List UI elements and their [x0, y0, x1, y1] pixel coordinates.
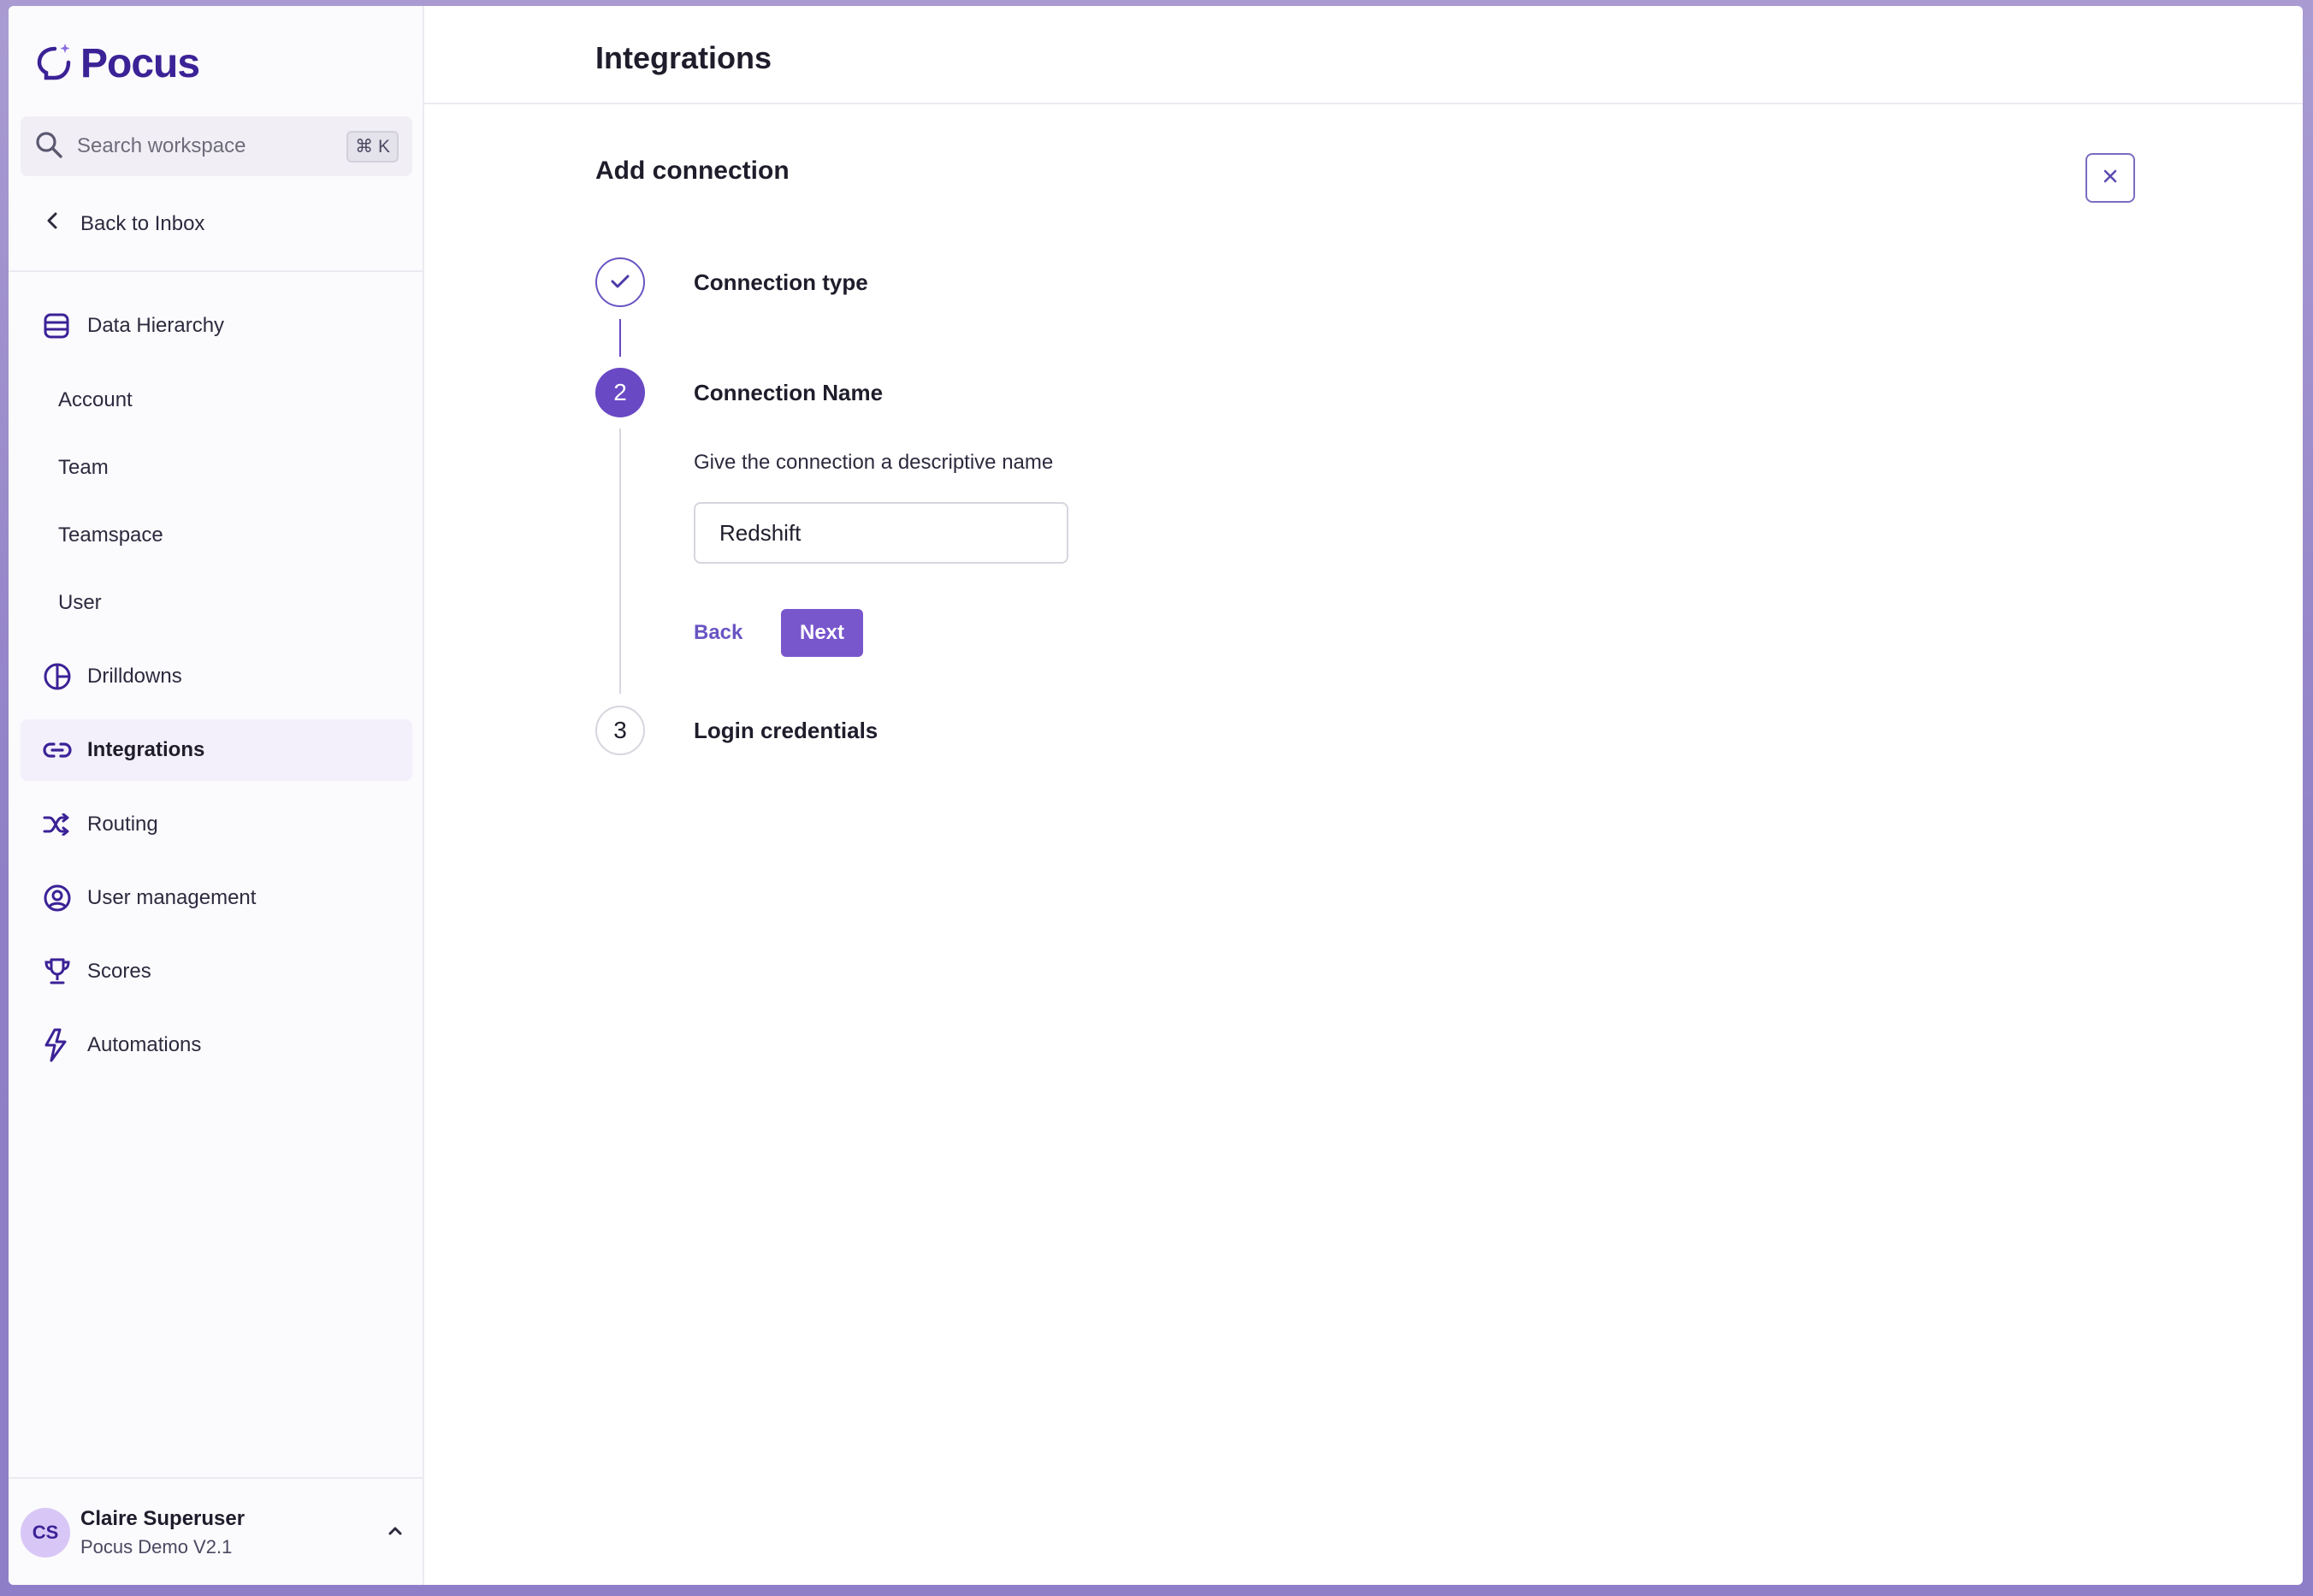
sidebar-item-scores[interactable]: Scores: [21, 941, 412, 1002]
sidebar-divider: [9, 270, 424, 272]
step-2-title: Connection Name: [694, 380, 884, 405]
pie-chart-icon: [43, 662, 77, 691]
step-connector-2: [619, 429, 621, 694]
sidebar-item-routing[interactable]: Routing: [21, 794, 412, 855]
sidebar: Pocus Search workspace ⌘ K Back to Inbox…: [9, 6, 424, 1585]
back-button[interactable]: Back: [694, 609, 742, 657]
close-button[interactable]: [2085, 153, 2135, 203]
shuffle-icon: [43, 813, 77, 836]
step-1-indicator[interactable]: [595, 257, 645, 307]
close-icon: [2102, 168, 2119, 189]
app-window: Pocus Search workspace ⌘ K Back to Inbox…: [9, 6, 2303, 1585]
search-shortcut-badge: ⌘ K: [346, 130, 399, 163]
trophy-icon: [43, 957, 77, 986]
sidebar-item-label: Drilldowns: [87, 665, 182, 688]
step-3-title: Login credentials: [694, 718, 878, 743]
step-connector-1: [619, 319, 621, 357]
page-title: Integrations: [595, 40, 772, 75]
step-3-indicator[interactable]: 3: [595, 706, 645, 755]
link-icon: [43, 742, 77, 759]
back-to-inbox-label: Back to Inbox: [80, 211, 205, 235]
sidebar-subitem-teamspace[interactable]: Teamspace: [58, 523, 163, 547]
sidebar-item-label: Data Hierarchy: [87, 314, 225, 337]
user-menu[interactable]: CS Claire Superuser Pocus Demo V2.1: [21, 1507, 412, 1558]
search-icon: [34, 130, 63, 163]
step-2-indicator[interactable]: 2: [595, 368, 645, 417]
pocus-logo-icon: [36, 42, 72, 86]
back-to-inbox-link[interactable]: Back to Inbox: [46, 211, 204, 236]
connection-name-description: Give the connection a descriptive name: [694, 451, 1054, 474]
sidebar-item-label: Automations: [87, 1033, 202, 1056]
search-input[interactable]: Search workspace ⌘ K: [21, 116, 412, 176]
avatar: CS: [21, 1508, 70, 1558]
brand-name: Pocus: [80, 41, 200, 86]
sidebar-item-user-management[interactable]: User management: [21, 867, 412, 929]
connection-name-input[interactable]: [694, 502, 1068, 564]
main-content: Integrations Add connection Connection t…: [424, 6, 2303, 1585]
sidebar-footer-divider: [9, 1477, 424, 1479]
section-title: Add connection: [595, 157, 790, 185]
chevron-left-icon: [46, 211, 58, 236]
sidebar-item-label: User management: [87, 886, 257, 909]
step-1-title: Connection type: [694, 269, 868, 295]
sidebar-item-integrations[interactable]: Integrations: [21, 719, 412, 781]
user-name: Claire Superuser: [80, 1507, 245, 1530]
sidebar-subitem-account[interactable]: Account: [58, 388, 133, 412]
check-icon: [610, 269, 630, 296]
chevron-up-icon[interactable]: [387, 1525, 404, 1541]
sidebar-subitem-team[interactable]: Team: [58, 456, 109, 480]
next-button[interactable]: Next: [781, 609, 863, 657]
user-info: Claire Superuser Pocus Demo V2.1: [80, 1507, 245, 1558]
bolt-icon: [43, 1028, 77, 1062]
sidebar-item-label: Integrations: [87, 738, 205, 761]
database-icon: [43, 312, 77, 340]
sidebar-item-label: Routing: [87, 813, 158, 836]
search-placeholder: Search workspace: [77, 134, 246, 157]
sidebar-item-automations[interactable]: Automations: [21, 1014, 412, 1076]
page-header: Integrations: [424, 6, 2303, 104]
sidebar-subitem-user[interactable]: User: [58, 591, 102, 615]
sidebar-item-data-hierarchy[interactable]: Data Hierarchy: [21, 295, 412, 357]
sidebar-item-drilldowns[interactable]: Drilldowns: [21, 646, 412, 707]
brand-logo[interactable]: Pocus: [36, 40, 200, 87]
sidebar-item-label: Scores: [87, 960, 151, 983]
user-circle-icon: [43, 884, 77, 913]
user-org: Pocus Demo V2.1: [80, 1536, 233, 1558]
